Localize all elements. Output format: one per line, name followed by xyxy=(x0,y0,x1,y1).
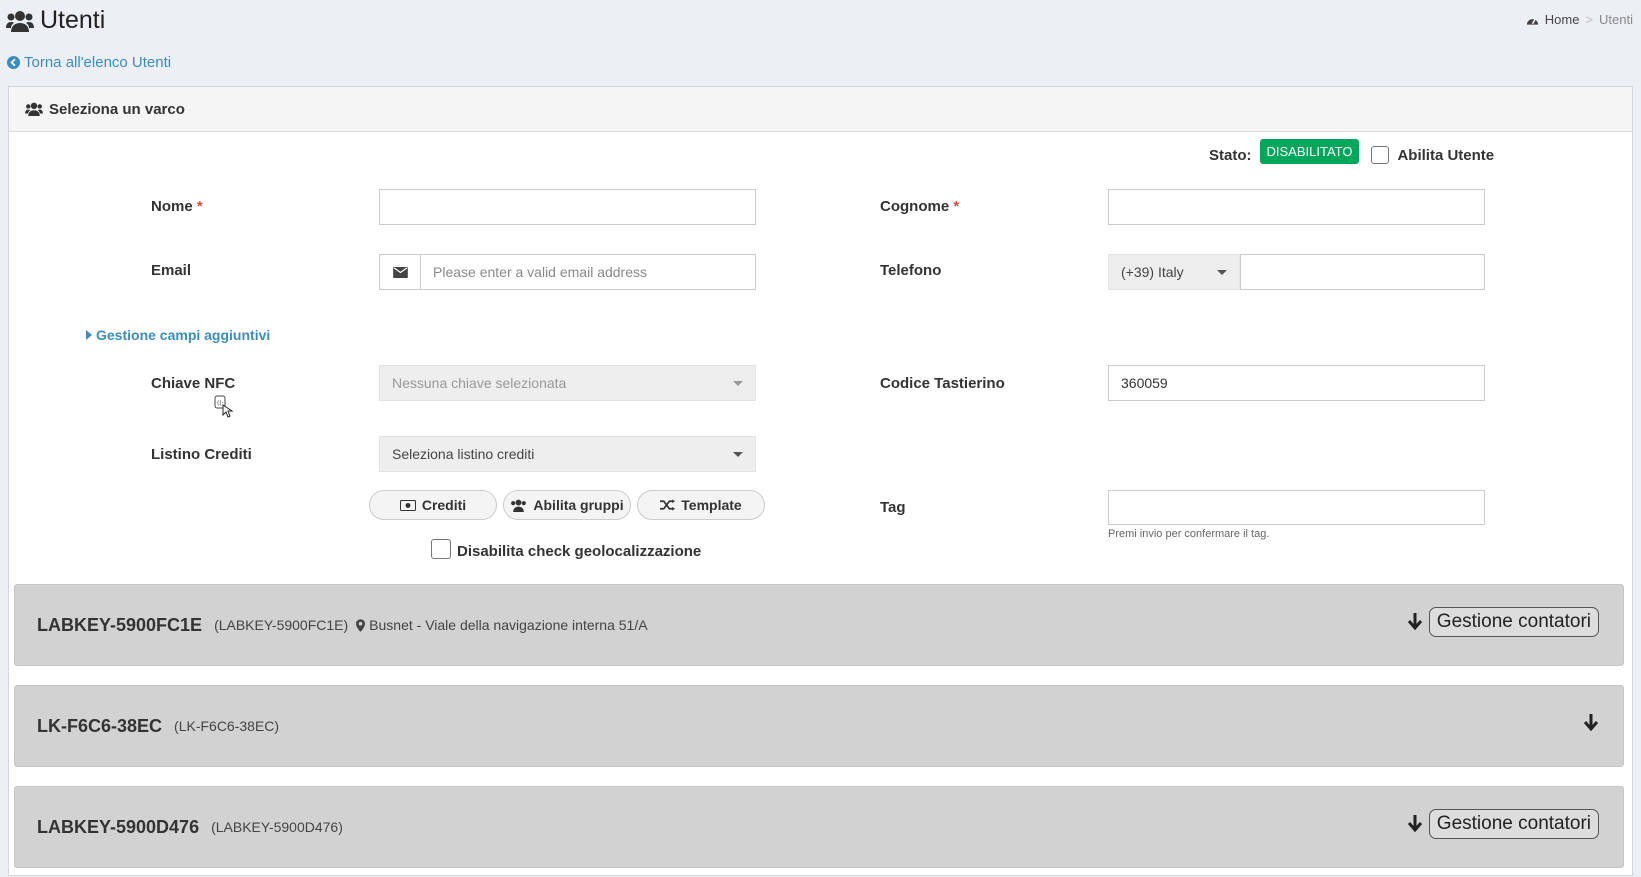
envelope-icon xyxy=(392,266,408,278)
template-button-label: Template xyxy=(681,497,742,513)
gate-location-text: Busnet - Viale della navigazione interna… xyxy=(369,617,648,633)
gate-code: (LK-F6C6-38EC) xyxy=(174,718,280,734)
nome-label: Nome * xyxy=(151,198,203,215)
dashboard-icon xyxy=(1526,18,1538,25)
map-marker-icon xyxy=(356,618,366,632)
credit-select-value: Seleziona listino crediti xyxy=(392,446,535,462)
arrow-down-icon[interactable] xyxy=(1583,714,1599,732)
users-icon xyxy=(25,102,43,116)
email-label: Email xyxy=(151,262,192,279)
credits-button[interactable]: Crediti xyxy=(369,490,497,520)
gate-panel[interactable]: LABKEY-5900D476 (LABKEY-5900D476) Gestio… xyxy=(14,786,1624,868)
nome-input[interactable] xyxy=(379,189,756,225)
breadcrumb-current: Utenti xyxy=(1599,12,1633,27)
money-icon xyxy=(399,499,416,511)
caret-right-icon xyxy=(86,330,92,340)
gate-panel[interactable]: LABKEY-5900FC1E (LABKEY-5900FC1E) Busnet… xyxy=(14,584,1624,666)
gate-code: (LABKEY-5900D476) xyxy=(211,819,343,835)
country-code-value: (+39) Italy xyxy=(1121,264,1184,280)
template-button[interactable]: Template xyxy=(637,490,765,520)
extra-fields-toggle[interactable]: Gestione campi aggiuntivi xyxy=(86,327,270,343)
breadcrumb-home[interactable]: Home xyxy=(1545,12,1580,27)
users-icon xyxy=(6,10,34,32)
telefono-label: Telefono xyxy=(880,262,942,279)
keypad-input[interactable]: 360059 xyxy=(1108,365,1485,401)
nfc-select[interactable]: Nessuna chiave selezionata xyxy=(379,365,756,401)
nome-label-text: Nome xyxy=(151,198,193,215)
phone-input[interactable] xyxy=(1240,254,1485,290)
email-addon xyxy=(379,254,421,290)
tag-help-text: Premi invio per confermare il tag. xyxy=(1108,528,1270,540)
required-mark: * xyxy=(953,198,960,215)
box-title: Seleziona un varco xyxy=(49,100,185,118)
geo-check-row: Disabilita check geolocalizzazione xyxy=(431,537,701,560)
breadcrumb: Home > Utenti xyxy=(1526,12,1633,27)
gate-panel[interactable]: LK-F6C6-38EC (LK-F6C6-38EC) xyxy=(14,685,1624,767)
cognome-label: Cognome * xyxy=(880,198,959,215)
gate-name: LK-F6C6-38EC xyxy=(37,715,163,736)
gate-name: LABKEY-5900D476 xyxy=(37,816,200,837)
gate-location: Busnet - Viale della navigazione interna… xyxy=(356,617,648,633)
enable-user-checkbox[interactable] xyxy=(1371,146,1390,164)
status-row: Stato: DISABILITATO Abilita Utente xyxy=(1209,138,1494,164)
credit-label: Listino Crediti xyxy=(151,446,252,463)
caret-down-icon xyxy=(733,381,743,386)
caret-down-icon xyxy=(1217,270,1227,275)
geo-check-checkbox[interactable] xyxy=(431,538,451,559)
nfc-card-icon: ((· xyxy=(214,395,236,425)
gate-actions xyxy=(1583,714,1599,732)
credits-button-label: Crediti xyxy=(421,497,467,513)
enable-user-label: Abilita Utente xyxy=(1397,146,1495,164)
back-link[interactable]: Torna all'elenco Utenti xyxy=(7,54,171,71)
manage-counters-button[interactable]: Gestione contatori xyxy=(1428,607,1599,637)
nfc-label: Chiave NFC xyxy=(151,375,236,392)
page-title: Utenti xyxy=(6,6,105,35)
cognome-input[interactable] xyxy=(1108,189,1485,225)
email-input[interactable]: Please enter a valid email address xyxy=(420,254,756,290)
required-mark: * xyxy=(196,198,203,215)
gate-actions: Gestione contatori xyxy=(1407,607,1599,637)
extra-fields-label: Gestione campi aggiuntivi xyxy=(96,327,271,343)
page-title-text: Utenti xyxy=(40,6,106,34)
keypad-label: Codice Tastierino xyxy=(880,375,1005,392)
chevron-circle-left-icon xyxy=(7,56,20,69)
box-header: Seleziona un varco xyxy=(9,87,1632,132)
geo-check-label: Disabilita check geolocalizzazione xyxy=(457,543,702,560)
users-icon xyxy=(511,499,527,512)
enable-groups-button[interactable]: Abilita gruppi xyxy=(503,490,631,520)
tag-input[interactable] xyxy=(1108,490,1485,525)
cognome-label-text: Cognome xyxy=(880,198,950,215)
arrow-down-icon[interactable] xyxy=(1407,815,1423,833)
status-badge: DISABILITATO xyxy=(1259,138,1360,164)
country-code-select[interactable]: (+39) Italy xyxy=(1108,254,1240,290)
nfc-placeholder: Nessuna chiave selezionata xyxy=(392,375,567,391)
gate-name: LABKEY-5900FC1E xyxy=(37,614,203,635)
credit-select[interactable]: Seleziona listino crediti xyxy=(379,436,756,472)
enable-groups-label: Abilita gruppi xyxy=(533,497,624,513)
random-icon xyxy=(660,499,676,511)
status-label: Stato: xyxy=(1209,146,1252,164)
arrow-down-icon[interactable] xyxy=(1407,613,1423,631)
gate-code: (LABKEY-5900FC1E) xyxy=(214,617,349,633)
manage-counters-button[interactable]: Gestione contatori xyxy=(1428,809,1599,839)
breadcrumb-separator: > xyxy=(1585,12,1594,27)
caret-down-icon xyxy=(733,452,743,457)
gate-actions: Gestione contatori xyxy=(1407,809,1599,839)
tag-label: Tag xyxy=(880,499,906,516)
back-link-text: Torna all'elenco Utenti xyxy=(24,54,172,71)
